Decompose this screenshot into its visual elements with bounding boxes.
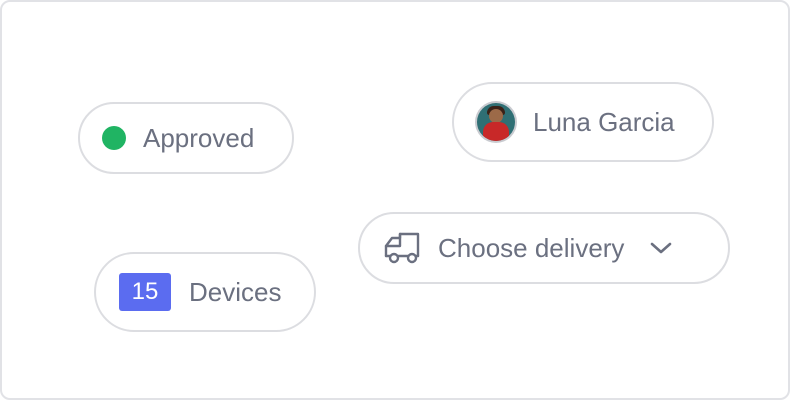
delivery-label: Choose delivery	[438, 232, 625, 263]
avatar	[477, 103, 515, 141]
user-name: Luna Garcia	[533, 106, 675, 137]
count-badge: 15	[119, 273, 171, 311]
status-label: Approved	[143, 122, 255, 153]
status-chip-approved: Approved	[78, 102, 294, 174]
devices-chip: 15 Devices	[94, 252, 316, 332]
delivery-select[interactable]: Choose delivery	[358, 212, 730, 284]
chips-panel: Approved Luna Garcia Choose delivery 15 …	[0, 0, 790, 400]
truck-icon	[384, 232, 420, 264]
user-chip[interactable]: Luna Garcia	[452, 82, 714, 162]
chevron-down-icon	[651, 242, 672, 254]
status-dot-icon	[102, 126, 126, 150]
devices-label: Devices	[189, 276, 282, 307]
